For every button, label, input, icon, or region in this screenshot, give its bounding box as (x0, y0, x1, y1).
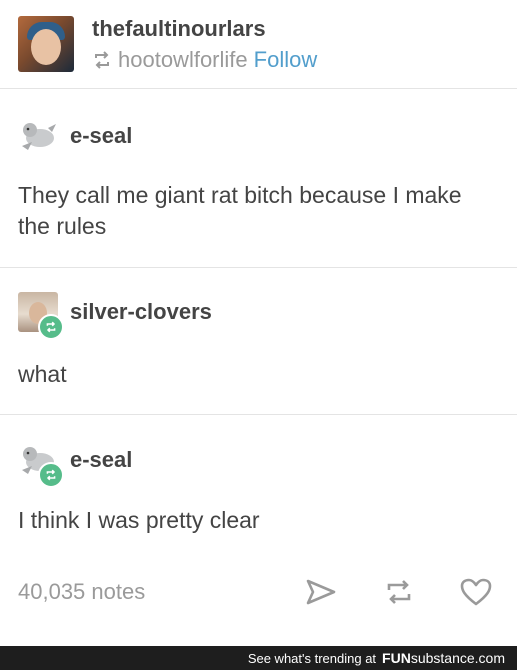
post-header: thefaultinourlars hootowlforlife Follow (0, 0, 517, 88)
reblog-icon (387, 580, 411, 604)
share-button[interactable] (303, 574, 339, 610)
reblog-badge-icon (38, 462, 64, 488)
seal-avatar[interactable] (18, 440, 64, 488)
thread-entry-header: silver-clovers (18, 292, 212, 340)
thread-text: I think I was pretty clear (18, 507, 260, 533)
reblog-badge-icon (38, 314, 64, 340)
silver-avatar[interactable] (18, 292, 64, 340)
blog-avatar[interactable] (18, 16, 74, 72)
reblog-source-name[interactable]: hootowlforlife (118, 47, 248, 73)
thread-text: what (18, 361, 67, 387)
thread-text: They call me giant rat bitch because I m… (18, 182, 462, 239)
share-icon (306, 579, 336, 605)
seal-icon (22, 123, 56, 150)
divider (0, 414, 517, 415)
seal-avatar[interactable] (18, 116, 58, 156)
divider (0, 88, 517, 89)
blog-name-link[interactable]: thefaultinourlars (92, 16, 266, 42)
thread-user-name[interactable]: e-seal (70, 447, 132, 473)
reblog-small-icon (95, 51, 109, 69)
thread-entry-header: e-seal (18, 440, 132, 488)
avatar-face (31, 29, 61, 65)
thread-entry-header: e-seal (18, 116, 132, 156)
watermark-logo: FUNsubstance.com (382, 650, 505, 666)
notes-count[interactable]: 40,035 notes (18, 579, 145, 605)
watermark-text: See what's trending at (247, 650, 377, 666)
reblog-button[interactable] (381, 574, 417, 610)
heart-icon (460, 578, 492, 606)
reblog-source-line: hootowlforlife Follow (92, 47, 317, 73)
thread-user-name[interactable]: e-seal (70, 123, 132, 149)
like-button[interactable] (458, 574, 494, 610)
divider (0, 267, 517, 268)
follow-button[interactable]: Follow (254, 47, 318, 73)
watermark-bar: See what's trending at FUNsubstance.com (0, 646, 517, 670)
thread-user-name[interactable]: silver-clovers (70, 299, 212, 325)
